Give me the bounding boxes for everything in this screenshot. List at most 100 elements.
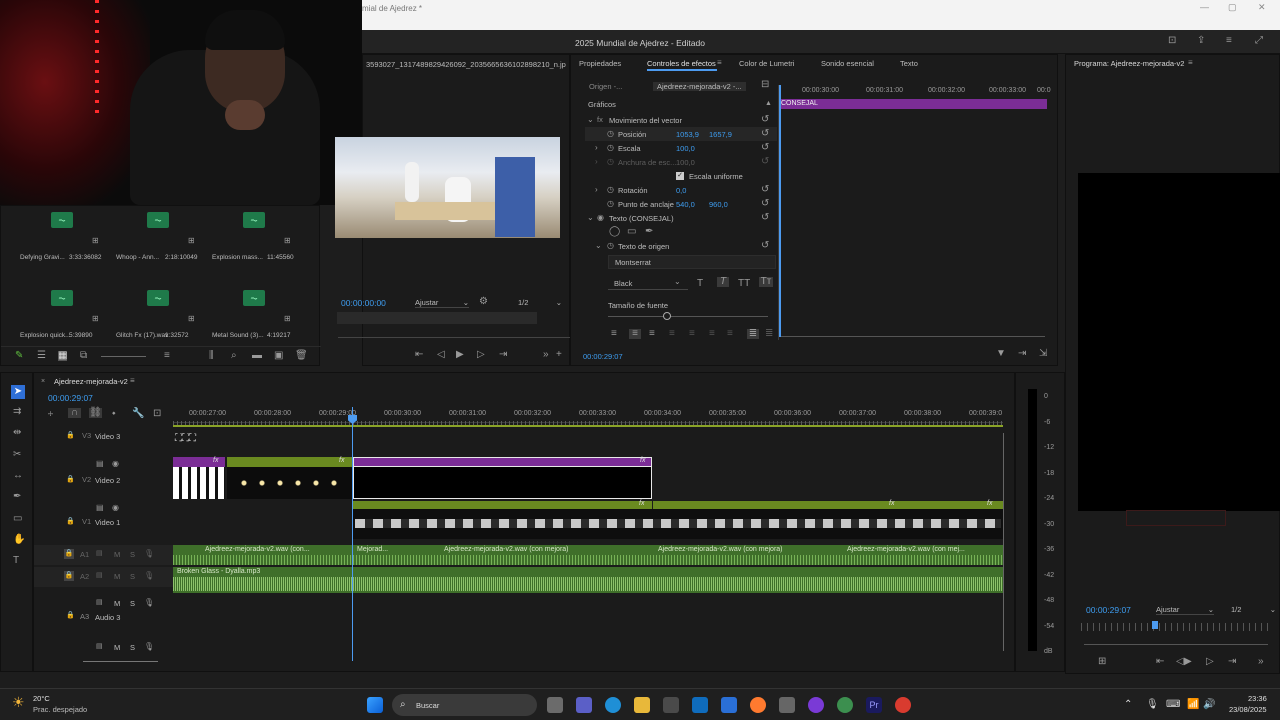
lock-icon[interactable]: 🔒 [64, 549, 74, 559]
a1-track-clips[interactable]: Ajedreez-mejorada-v2.wav (con... Mejorad… [173, 545, 1003, 565]
firefox-icon[interactable] [750, 697, 766, 713]
sequence-clip-label[interactable]: Ajedreez-mejorada-v2 -... [653, 82, 746, 91]
todo-icon[interactable] [721, 697, 737, 713]
icon-view-icon[interactable]: ▦ [58, 351, 68, 361]
v3-clip-icons[interactable]: ⛶⛶⛶ [175, 433, 227, 447]
reset-icon[interactable]: ↺ [761, 129, 769, 139]
position-y-value[interactable]: 1657,9 [709, 130, 732, 139]
search-box[interactable]: ⌕ Buscar [392, 694, 537, 716]
mic-icon[interactable]: 🎙 [144, 642, 154, 652]
mute-button[interactable]: M [114, 643, 120, 652]
align-left-icon[interactable]: ≡ [611, 329, 617, 339]
chrome-icon[interactable] [895, 697, 911, 713]
chrome-alt-icon[interactable] [837, 697, 853, 713]
reset-icon[interactable]: ↺ [761, 143, 769, 153]
lock-icon[interactable]: 🔒 [66, 611, 75, 621]
v1-clip-b[interactable]: fx fx [653, 500, 1003, 509]
bin-item[interactable]: ⏦ ⊞ Explosion mass... 11:45560 [211, 208, 307, 274]
more-controls-icon[interactable]: » [543, 350, 549, 360]
share-icon[interactable]: ⇪ [1197, 36, 1205, 46]
snap-icon[interactable]: ∩ [68, 408, 81, 418]
sort-icon[interactable]: ≡ [164, 351, 170, 361]
minimize-icon[interactable]: — [1200, 2, 1209, 12]
mic-icon[interactable]: 🎙 [144, 549, 154, 559]
font-size-slider-handle[interactable] [663, 312, 671, 320]
mic-icon[interactable]: 🎙 [144, 598, 154, 608]
explorer-icon[interactable] [634, 697, 650, 713]
source-clip-label[interactable]: Origen -... [589, 82, 622, 91]
add-marker-icon[interactable]: ⬩ [112, 409, 116, 419]
program-timecode[interactable]: 00:00:29:07 [1086, 605, 1131, 615]
reset-icon[interactable]: ↺ [761, 185, 769, 195]
trash-icon[interactable]: 🗑 [295, 351, 308, 361]
mic-icon[interactable]: 🎙 [144, 571, 154, 581]
all-caps-icon[interactable]: TT [738, 279, 750, 289]
rectangle-tool-icon[interactable]: ▭ [13, 514, 22, 524]
hand-tool-icon[interactable]: ✋ [13, 535, 25, 545]
premiere-icon[interactable]: Pr [866, 697, 882, 713]
effects-timecode[interactable]: 00:00:29:07 [583, 352, 623, 361]
tab-lumetri[interactable]: Color de Lumetri [739, 59, 794, 68]
find-icon[interactable]: ⌕ [231, 351, 237, 361]
filter-icon[interactable]: ▼ [996, 349, 1006, 359]
program-resolution-dropdown[interactable]: 1/2 ⌄ [1231, 605, 1276, 614]
bin-item[interactable]: ⏦ ⊞ Metal Sound (3)... 4:19217 [211, 286, 307, 352]
selection-tool-icon[interactable]: ➤ [11, 385, 25, 399]
justify-all-icon[interactable]: ≡ [727, 329, 733, 339]
source-timecode[interactable]: 00:00:00:00 [341, 298, 386, 308]
new-item-icon[interactable]: ▣ [274, 351, 283, 361]
sync-icon[interactable]: ▤ [96, 571, 103, 581]
timeline-zoom-bar[interactable] [83, 661, 158, 662]
weather-icon[interactable]: ☀ [12, 695, 25, 709]
source-resolution-dropdown[interactable]: 1/2 ⌄ [518, 298, 562, 307]
mark-out-icon[interactable]: ⇥ [499, 350, 507, 360]
solo-button[interactable]: S [130, 550, 135, 559]
uniform-scale-checkbox[interactable]: ✓ [676, 172, 684, 180]
pencil-icon[interactable]: ✎ [15, 351, 23, 361]
task-view-icon[interactable] [547, 697, 563, 713]
step-back-icon[interactable]: ◁ [437, 350, 445, 360]
start-icon[interactable] [367, 697, 383, 713]
bin-item[interactable]: ⏦ ⊞ Defying Gravi... 3:33:36082 [19, 208, 115, 274]
program-fit-dropdown[interactable]: Ajustar ⌄ [1156, 605, 1214, 615]
reset-icon[interactable]: ↺ [761, 199, 769, 209]
type-tool-icon[interactable]: T [13, 556, 19, 566]
eye-icon[interactable]: ◉ [112, 459, 119, 469]
maximize-icon[interactable]: ▢ [1228, 2, 1237, 13]
chevron-right-icon[interactable]: › [595, 143, 598, 153]
faux-bold-icon[interactable]: T [697, 279, 703, 289]
keyboard-icon[interactable]: ⌨ [1166, 700, 1180, 710]
stopwatch-icon[interactable]: ◷ [607, 129, 614, 139]
rect-mask-icon[interactable]: ▭ [627, 227, 636, 237]
slip-icon[interactable]: ↔ [13, 471, 23, 481]
workspace-icon[interactable]: ⊡ [1168, 36, 1176, 46]
clock-time[interactable]: 23:36 [1248, 694, 1267, 703]
edge-icon[interactable] [605, 697, 621, 713]
small-caps-icon[interactable]: Tт [759, 277, 773, 287]
sync-icon[interactable]: ▤ [96, 598, 103, 608]
text-layer-row[interactable]: ⌄ ◉ Texto (CONSEJAL) ↺ [585, 211, 777, 225]
sync-icon[interactable]: ▤ [96, 549, 103, 559]
v1-clip-a[interactable]: fx [353, 500, 652, 509]
safe-margins-icon[interactable]: ⊞ [1098, 657, 1106, 667]
source-zoom-bar[interactable] [338, 337, 578, 338]
teams-icon[interactable] [576, 697, 592, 713]
track-select-icon[interactable]: ⇉ [13, 407, 21, 417]
add-icon[interactable]: + [556, 350, 562, 360]
playhead-line[interactable] [352, 407, 353, 661]
lock-icon[interactable]: 🔒 [66, 517, 75, 527]
mini-zoom-bar[interactable] [781, 336, 1045, 337]
step-forward-icon[interactable]: ▷ [1206, 657, 1214, 667]
mark-in-icon[interactable]: ⇤ [1156, 657, 1164, 667]
eye-icon[interactable]: ◉ [597, 213, 604, 223]
scroll-up-icon[interactable]: ▲ [765, 99, 772, 109]
mute-button[interactable]: M [114, 550, 120, 559]
justify-right-icon[interactable]: ≡ [709, 329, 715, 339]
freeform-view-icon[interactable]: ⧉ [80, 351, 87, 361]
program-scrubber[interactable] [1081, 623, 1271, 631]
v2-clip-a[interactable]: fx [173, 457, 225, 467]
mute-button[interactable]: M [114, 599, 120, 608]
step-back-icon[interactable]: ◁ [1176, 657, 1184, 667]
a2-track-clip[interactable]: Broken Glass - Dyalla.mp3 [173, 567, 1003, 593]
tab-properties[interactable]: Propiedades [579, 59, 621, 68]
